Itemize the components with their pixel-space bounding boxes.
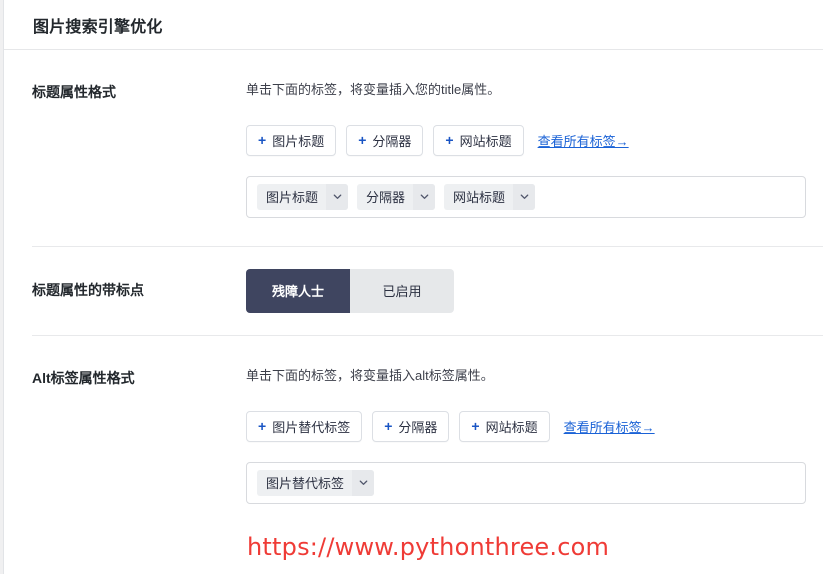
add-tag-button-site-title-alt[interactable]: + 网站标题: [459, 410, 550, 442]
view-all-tags-link-title[interactable]: 查看所有标签→: [538, 131, 629, 150]
screenshot-root: 图片搜索引擎优化 标题属性格式 单击下面的标签，将变量插入您的title属性。 …: [0, 0, 823, 574]
section-body-alt-format: 单击下面的标签，将变量插入alt标签属性。 + 图片替代标签 + 分隔器 + 网…: [246, 366, 823, 504]
plus-icon: +: [358, 132, 367, 149]
chevron-down-icon[interactable]: [326, 183, 349, 210]
token-image-alt[interactable]: 图片替代标签: [257, 469, 375, 496]
add-tag-button-label: 分隔器: [372, 133, 412, 149]
token-label: 网站标题: [453, 190, 506, 206]
page-title: 图片搜索引擎优化: [33, 18, 163, 36]
section-label-title-format: 标题属性格式: [32, 84, 116, 100]
add-tag-button-separator[interactable]: + 分隔器: [346, 124, 424, 156]
add-tag-button-label: 网站标题: [459, 133, 512, 149]
section-alt-attribute-format: Alt标签属性格式 单击下面的标签，将变量插入alt标签属性。 + 图片替代标签…: [32, 336, 823, 532]
token-site-title[interactable]: 网站标题: [444, 183, 536, 210]
add-tag-button-image-alt[interactable]: + 图片替代标签: [246, 410, 363, 442]
alt-format-token-input[interactable]: 图片替代标签: [246, 461, 806, 504]
plus-icon: +: [258, 418, 267, 435]
section-label-punctuation: 标题属性的带标点: [32, 282, 144, 299]
plus-icon: +: [445, 132, 454, 149]
add-tag-button-label: 图片替代标签: [272, 419, 351, 435]
toggle-option-disabled[interactable]: 残障人士: [246, 268, 350, 313]
token-label: 分隔器: [366, 190, 406, 206]
chevron-down-icon[interactable]: [513, 183, 536, 210]
section-title-attribute-format: 标题属性格式 单击下面的标签，将变量插入您的title属性。 + 图片标题 + …: [32, 50, 823, 247]
card-header: 图片搜索引擎优化: [4, 0, 823, 50]
add-tag-button-label: 分隔器: [398, 419, 438, 435]
section-description-title-format: 单击下面的标签，将变量插入您的title属性。: [246, 82, 501, 97]
add-tag-button-label: 图片标题: [272, 133, 325, 149]
plus-icon: +: [258, 132, 267, 149]
token-separator[interactable]: 分隔器: [357, 183, 436, 210]
tag-button-group-title: + 图片标题 + 分隔器 + 网站标题 查看所有标签→: [246, 124, 823, 156]
plus-icon: +: [471, 418, 480, 435]
add-tag-button-label: 网站标题: [485, 419, 538, 435]
add-tag-button-site-title[interactable]: + 网站标题: [433, 124, 524, 156]
token-label: 图片替代标签: [266, 476, 345, 492]
add-tag-button-image-title[interactable]: + 图片标题: [246, 124, 337, 156]
plus-icon: +: [384, 418, 393, 435]
section-title-attribute-punctuation: 标题属性的带标点 残障人士 已启用: [32, 247, 823, 336]
section-body-punctuation: 残障人士 已启用: [246, 268, 823, 313]
tag-button-group-alt: + 图片替代标签 + 分隔器 + 网站标题 查看所有标签→: [246, 410, 823, 442]
chevron-down-icon[interactable]: [352, 469, 375, 496]
view-all-tags-link-alt[interactable]: 查看所有标签→: [564, 417, 655, 436]
token-label: 图片标题: [266, 190, 319, 206]
seo-settings-card: 图片搜索引擎优化 标题属性格式 单击下面的标签，将变量插入您的title属性。 …: [3, 0, 823, 574]
section-label-alt-format: Alt标签属性格式: [32, 369, 135, 386]
punctuation-toggle-group: 残障人士 已启用: [246, 268, 454, 313]
toggle-option-enabled[interactable]: 已启用: [350, 269, 454, 313]
chevron-down-icon[interactable]: [413, 183, 436, 210]
section-description-alt-format: 单击下面的标签，将变量插入alt标签属性。: [246, 367, 494, 383]
add-tag-button-separator-alt[interactable]: + 分隔器: [372, 410, 450, 442]
title-format-token-input[interactable]: 图片标题 分隔器 网站标题: [246, 175, 806, 218]
token-image-title[interactable]: 图片标题: [257, 183, 349, 210]
section-body-title-format: 单击下面的标签，将变量插入您的title属性。 + 图片标题 + 分隔器 + 网…: [246, 80, 823, 218]
